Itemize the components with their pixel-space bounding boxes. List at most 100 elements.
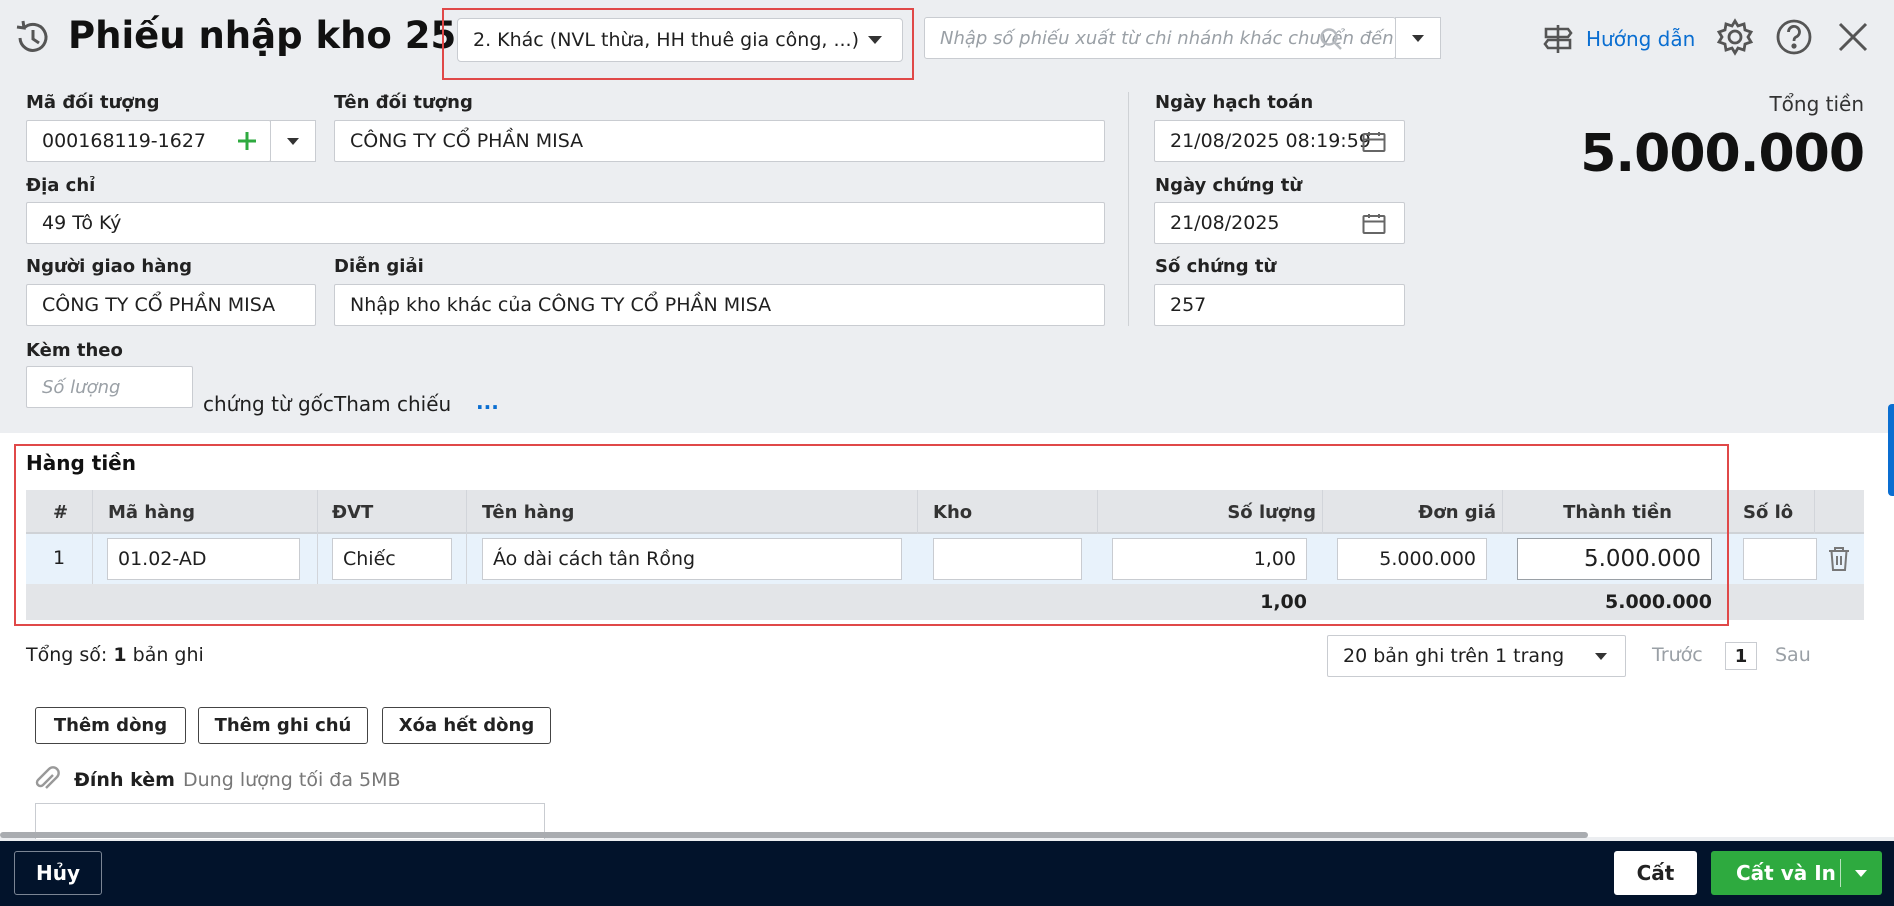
row-price-value: 5.000.000 bbox=[1379, 548, 1476, 570]
cancel-button[interactable]: Hủy bbox=[14, 851, 102, 895]
object-name-label: Tên đối tượng bbox=[334, 92, 473, 113]
grid-header: # Mã hàng ĐVT Tên hàng Kho Số lượng Đơn … bbox=[26, 490, 1864, 534]
row-name-cell[interactable]: Áo dài cách tân Rồng bbox=[482, 538, 902, 580]
grid-footer: 1,00 5.000.000 bbox=[26, 584, 1864, 620]
items-grid: # Mã hàng ĐVT Tên hàng Kho Số lượng Đơn … bbox=[26, 490, 1864, 620]
calendar-icon[interactable] bbox=[1362, 213, 1386, 235]
search-icon[interactable] bbox=[1319, 27, 1343, 51]
total-value: 5.000.000 bbox=[1580, 124, 1865, 184]
object-code-input[interactable]: 000168119-1627 bbox=[26, 120, 271, 162]
plus-icon[interactable] bbox=[236, 130, 258, 152]
guide-label: Hướng dẫn bbox=[1586, 27, 1696, 51]
guide-link[interactable]: Hướng dẫn bbox=[1540, 18, 1695, 60]
prev-page-link[interactable]: Trước bbox=[1652, 644, 1703, 666]
address-input[interactable]: 49 Tô Ký bbox=[26, 202, 1105, 244]
row-amount-value: 5.000.000 bbox=[1583, 546, 1701, 572]
object-name-value: CÔNG TY CỔ PHẦN MISA bbox=[350, 130, 584, 152]
chevron-down-icon bbox=[287, 138, 299, 145]
object-code-label: Mã đối tượng bbox=[26, 92, 160, 113]
col-divider bbox=[317, 534, 318, 584]
col-code: Mã hàng bbox=[108, 501, 195, 523]
col-divider bbox=[92, 490, 93, 534]
reference-more-link[interactable]: ... bbox=[476, 390, 499, 414]
paperclip-icon bbox=[34, 766, 60, 794]
current-page[interactable]: 1 bbox=[1725, 642, 1757, 670]
address-label: Địa chỉ bbox=[26, 175, 96, 196]
record-count: Tổng số: 1 bản ghi bbox=[26, 644, 204, 666]
deliverer-value: CÔNG TY CỔ PHẦN MISA bbox=[42, 294, 276, 316]
col-divider bbox=[1097, 490, 1098, 534]
row-qty-cell[interactable]: 1,00 bbox=[1112, 538, 1307, 580]
chevron-down-icon bbox=[1595, 653, 1607, 660]
col-name: Tên hàng bbox=[482, 501, 575, 523]
col-divider bbox=[1814, 490, 1815, 534]
add-row-button[interactable]: Thêm dòng bbox=[35, 707, 186, 744]
footer-bar bbox=[0, 841, 1894, 906]
row-lot-cell[interactable] bbox=[1743, 538, 1817, 580]
voucher-date-input[interactable]: 21/08/2025 bbox=[1154, 202, 1405, 244]
calendar-icon[interactable] bbox=[1362, 131, 1386, 153]
row-unit-cell[interactable]: Chiếc bbox=[332, 538, 452, 580]
table-row[interactable]: 1 01.02-AD Chiếc Áo dài cách tân Rồng 1,… bbox=[26, 534, 1864, 584]
attachment-label: Đính kèm bbox=[74, 769, 175, 791]
object-name-input[interactable]: CÔNG TY CỔ PHẦN MISA bbox=[334, 120, 1105, 162]
signpost-icon bbox=[1543, 25, 1573, 53]
row-index: 1 bbox=[53, 547, 66, 569]
posting-date-input[interactable]: 21/08/2025 08:19:59 bbox=[1154, 120, 1405, 162]
chevron-down-icon[interactable] bbox=[1855, 870, 1867, 877]
horizontal-scrollbar[interactable] bbox=[0, 832, 1588, 838]
side-edge-tab bbox=[1888, 404, 1894, 496]
transfer-dropdown-button[interactable] bbox=[1395, 17, 1441, 59]
col-divider bbox=[466, 534, 467, 584]
help-icon[interactable] bbox=[1775, 18, 1813, 56]
row-price-cell[interactable]: 5.000.000 bbox=[1337, 538, 1487, 580]
row-amount-cell[interactable]: 5.000.000 bbox=[1517, 538, 1712, 580]
col-amount: Thành tiền bbox=[1563, 501, 1672, 523]
attach-quantity-input[interactable]: Số lượng bbox=[26, 366, 193, 408]
record-count-prefix: Tổng số: bbox=[26, 644, 108, 666]
voucher-date-value: 21/08/2025 bbox=[1170, 212, 1280, 234]
gear-icon[interactable] bbox=[1716, 18, 1754, 56]
col-divider bbox=[466, 490, 467, 534]
col-divider bbox=[917, 490, 918, 534]
record-count-value: 1 bbox=[113, 644, 127, 666]
history-icon[interactable] bbox=[12, 18, 52, 58]
row-warehouse-cell[interactable] bbox=[933, 538, 1082, 580]
attach-docs-label: Kèm theo bbox=[26, 340, 123, 361]
total-label: Tổng tiền bbox=[1769, 92, 1864, 116]
col-unit: ĐVT bbox=[332, 501, 374, 523]
save-print-button[interactable]: Cất và In bbox=[1711, 851, 1882, 895]
attachment-hint: Dung lượng tối đa 5MB bbox=[183, 769, 401, 791]
footer-qty-total: 1,00 bbox=[1260, 591, 1307, 613]
chevron-down-icon bbox=[1412, 35, 1424, 42]
deliverer-label: Người giao hàng bbox=[26, 256, 193, 277]
col-warehouse: Kho bbox=[933, 501, 973, 523]
trash-icon[interactable] bbox=[1827, 546, 1851, 572]
add-note-button[interactable]: Thêm ghi chú bbox=[198, 707, 368, 744]
row-code-cell[interactable]: 01.02-AD bbox=[107, 538, 300, 580]
col-qty: Số lượng bbox=[1227, 501, 1316, 523]
transfer-voucher-search[interactable]: Nhập số phiếu xuất từ chi nhánh khác chu… bbox=[924, 17, 1396, 59]
page-title: Phiếu nhập kho 257 bbox=[68, 14, 482, 57]
object-code-value: 000168119-1627 bbox=[42, 130, 207, 152]
object-code-dropdown[interactable] bbox=[270, 120, 316, 162]
voucher-date-label: Ngày chứng từ bbox=[1155, 175, 1303, 196]
page-size-value: 20 bản ghi trên 1 trang bbox=[1343, 645, 1565, 667]
section-title: Hàng tiền bbox=[26, 451, 136, 475]
row-code-value: 01.02-AD bbox=[118, 548, 207, 570]
voucher-type-select[interactable]: 2. Khác (NVL thừa, HH thuê gia công, ...… bbox=[457, 18, 903, 62]
close-icon[interactable] bbox=[1836, 20, 1870, 54]
col-price: Đơn giá bbox=[1418, 501, 1496, 523]
chevron-down-icon bbox=[868, 36, 882, 44]
row-unit-value: Chiếc bbox=[343, 548, 396, 570]
next-page-link[interactable]: Sau bbox=[1775, 644, 1811, 666]
page-size-select[interactable]: 20 bản ghi trên 1 trang bbox=[1327, 635, 1626, 677]
deliverer-input[interactable]: CÔNG TY CỔ PHẦN MISA bbox=[26, 284, 316, 326]
posting-date-value: 21/08/2025 08:19:59 bbox=[1170, 130, 1371, 152]
col-lot: Số lô bbox=[1743, 501, 1794, 523]
description-label: Diễn giải bbox=[334, 256, 424, 277]
save-button[interactable]: Cất bbox=[1614, 851, 1697, 895]
description-input[interactable]: Nhập kho khác của CÔNG TY CỔ PHẦN MISA bbox=[334, 284, 1105, 326]
voucher-no-input[interactable]: 257 bbox=[1154, 284, 1405, 326]
delete-all-rows-button[interactable]: Xóa hết dòng bbox=[382, 707, 551, 744]
